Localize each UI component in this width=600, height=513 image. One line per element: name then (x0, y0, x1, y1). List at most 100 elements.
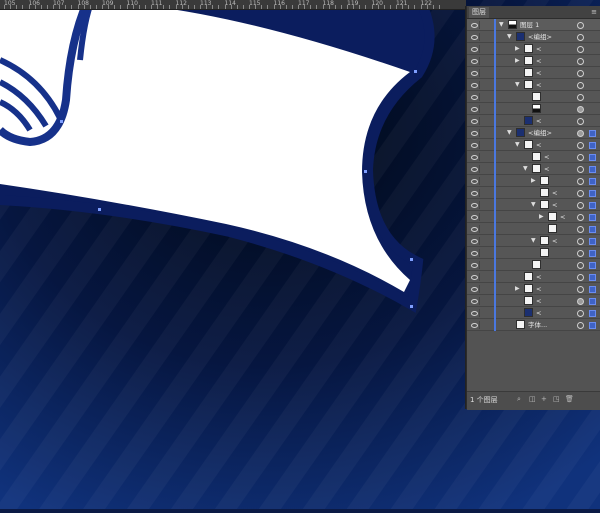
layer-label[interactable]: < (536, 67, 541, 79)
target-circle-icon[interactable] (577, 286, 584, 293)
selection-square-icon[interactable] (589, 274, 596, 281)
disclosure-collapsed-icon[interactable]: ▶ (531, 176, 536, 186)
layer-row[interactable]: ▶ (467, 175, 600, 187)
selection-square-icon[interactable] (589, 322, 596, 329)
selection-square-icon[interactable] (589, 178, 596, 185)
target-circle-icon[interactable] (577, 238, 584, 245)
visibility-eye-icon[interactable] (469, 225, 480, 233)
target-circle-icon[interactable] (577, 190, 584, 197)
selection-square-icon[interactable] (589, 262, 596, 269)
disclosure-collapsed-icon[interactable]: ▶ (515, 56, 520, 66)
layer-label[interactable]: < (536, 43, 541, 55)
selection-square-icon[interactable] (589, 94, 594, 99)
visibility-eye-icon[interactable] (469, 165, 480, 173)
target-circle-icon[interactable] (577, 82, 584, 89)
selection-square-icon[interactable] (589, 118, 594, 123)
layer-row[interactable]: < (467, 307, 600, 319)
anchor-point[interactable] (364, 170, 367, 173)
tab-layers[interactable]: 图层 (469, 7, 489, 18)
target-circle-icon[interactable] (577, 298, 584, 305)
layer-label[interactable]: < (536, 307, 541, 319)
visibility-eye-icon[interactable] (469, 261, 480, 269)
target-circle-icon[interactable] (577, 106, 584, 113)
visibility-eye-icon[interactable] (469, 81, 480, 89)
visibility-eye-icon[interactable] (469, 321, 480, 329)
visibility-eye-icon[interactable] (469, 141, 480, 149)
layer-label[interactable]: < (536, 139, 541, 151)
anchor-point[interactable] (410, 258, 413, 261)
visibility-eye-icon[interactable] (469, 249, 480, 257)
layer-row[interactable] (467, 259, 600, 271)
selection-square-icon[interactable] (589, 226, 596, 233)
selection-square-icon[interactable] (589, 34, 594, 39)
visibility-eye-icon[interactable] (469, 93, 480, 101)
layer-row[interactable]: < (467, 187, 600, 199)
layer-label[interactable]: < (560, 211, 565, 223)
layer-row[interactable]: ▼ <编组> (467, 127, 600, 139)
layer-row[interactable]: ▼ < (467, 235, 600, 247)
layer-label[interactable]: < (552, 187, 557, 199)
selection-square-icon[interactable] (589, 70, 594, 75)
layer-row[interactable]: ▼ 图层 1 (467, 19, 600, 31)
visibility-eye-icon[interactable] (469, 237, 480, 245)
layer-row[interactable]: ▶ < (467, 55, 600, 67)
layer-row[interactable]: < (467, 67, 600, 79)
visibility-eye-icon[interactable] (469, 117, 480, 125)
visibility-eye-icon[interactable] (469, 285, 480, 293)
target-circle-icon[interactable] (577, 250, 584, 257)
trash-icon[interactable]: 🗑 (565, 396, 574, 403)
layer-row[interactable]: < (467, 271, 600, 283)
selection-square-icon[interactable] (589, 238, 596, 245)
anchor-point[interactable] (60, 120, 63, 123)
target-circle-icon[interactable] (577, 22, 584, 29)
anchor-point[interactable] (414, 70, 417, 73)
visibility-eye-icon[interactable] (469, 177, 480, 185)
layer-row[interactable]: ▼ < (467, 79, 600, 91)
layer-label[interactable]: < (536, 55, 541, 67)
target-circle-icon[interactable] (577, 214, 584, 221)
layer-label[interactable]: < (536, 79, 541, 91)
visibility-eye-icon[interactable] (469, 189, 480, 197)
visibility-eye-icon[interactable] (469, 57, 480, 65)
layer-label[interactable]: < (536, 295, 541, 307)
disclosure-expanded-icon[interactable]: ▼ (507, 128, 512, 138)
visibility-eye-icon[interactable] (469, 69, 480, 77)
target-circle-icon[interactable] (577, 58, 584, 65)
layer-row[interactable]: < (467, 295, 600, 307)
selection-square-icon[interactable] (589, 106, 594, 111)
layer-row[interactable] (467, 223, 600, 235)
selection-square-icon[interactable] (589, 58, 594, 63)
disclosure-expanded-icon[interactable]: ▼ (507, 32, 512, 42)
horizontal-ruler[interactable]: 105 106 107 108 109 110 111 112 113 114 115 116 117 1… (0, 0, 466, 10)
target-circle-icon[interactable] (577, 226, 584, 233)
new-sublayer-icon[interactable]: + (541, 396, 548, 403)
target-circle-icon[interactable] (577, 178, 584, 185)
layer-row[interactable]: ▼ <编组> (467, 31, 600, 43)
selection-square-icon[interactable] (589, 286, 596, 293)
disclosure-expanded-icon[interactable]: ▼ (531, 236, 536, 246)
target-circle-icon[interactable] (577, 322, 584, 329)
disclosure-collapsed-icon[interactable]: ▶ (515, 284, 520, 294)
target-circle-icon[interactable] (577, 202, 584, 209)
selection-square-icon[interactable] (589, 82, 594, 87)
visibility-eye-icon[interactable] (469, 105, 480, 113)
target-circle-icon[interactable] (577, 94, 584, 101)
selection-square-icon[interactable] (589, 46, 594, 51)
layer-label[interactable]: < (544, 163, 549, 175)
layer-label[interactable]: < (536, 283, 541, 295)
search-icon[interactable]: ⌕ (517, 396, 524, 403)
visibility-eye-icon[interactable] (469, 201, 480, 209)
layer-row[interactable]: ▼ < (467, 163, 600, 175)
layer-label[interactable]: 字体... (528, 319, 547, 331)
layer-row[interactable]: < (467, 115, 600, 127)
disclosure-expanded-icon[interactable]: ▼ (515, 80, 520, 90)
layer-row[interactable]: ▼ < (467, 199, 600, 211)
layer-row[interactable]: < (467, 151, 600, 163)
visibility-eye-icon[interactable] (469, 129, 480, 137)
target-circle-icon[interactable] (577, 118, 584, 125)
target-circle-icon[interactable] (577, 262, 584, 269)
anchor-point[interactable] (410, 305, 413, 308)
visibility-eye-icon[interactable] (469, 45, 480, 53)
layer-label[interactable]: < (552, 199, 557, 211)
layer-row[interactable]: 字体... (467, 319, 600, 331)
